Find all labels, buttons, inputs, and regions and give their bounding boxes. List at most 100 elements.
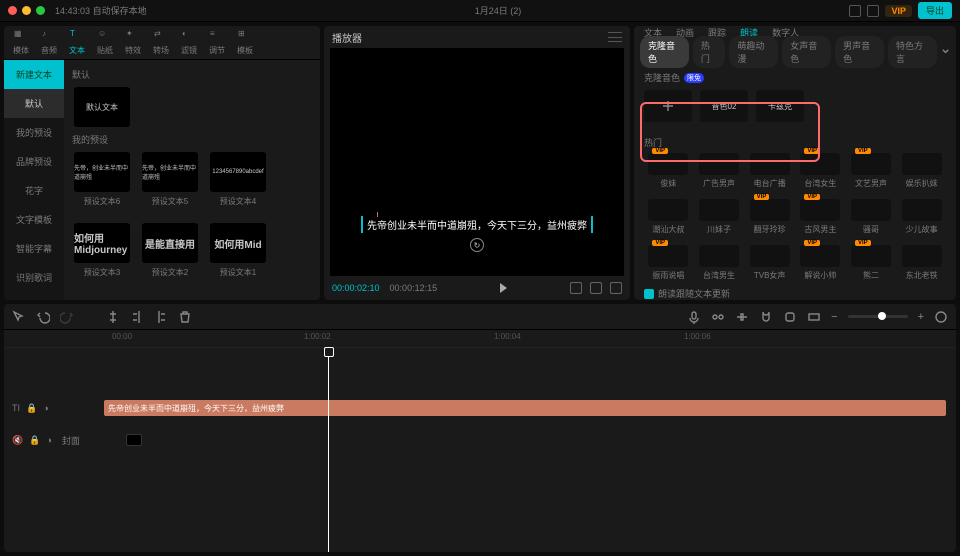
voice-card[interactable]: 俊妹 [644,153,693,189]
rotate-handle-icon[interactable]: ↻ [470,238,484,252]
side-item[interactable]: 新建文本 [4,60,64,89]
voice-card[interactable]: 少儿故事 [897,199,946,235]
asset-tab-转场[interactable]: ⇄转场 [148,27,174,58]
asset-tab-贴纸[interactable]: ☺贴纸 [92,27,118,58]
select-tool-icon[interactable] [12,310,26,324]
layout-b-icon[interactable] [867,5,879,17]
checkbox-icon[interactable] [644,289,654,299]
visibility-icon[interactable]: ◑ [43,403,48,413]
vip-badge[interactable]: VIP [885,5,912,17]
side-item[interactable]: 花字 [4,176,64,205]
voice-card[interactable]: 解说小帅 [796,245,845,281]
fullscreen-icon[interactable] [610,282,622,294]
tracks-area[interactable]: TI 🔒 ◑ 先帝创业未半而中道崩殂，今天下三分，益州疲弊 🔇 🔒 ◑ 封面 [4,348,956,552]
side-item[interactable]: 品牌预设 [4,147,64,176]
voice-card[interactable]: 潮汕大叔 [644,199,693,235]
auto-a-icon[interactable] [711,310,725,324]
voice-card[interactable]: 东北老铁 [897,245,946,281]
asset-tab-调节[interactable]: ≡调节 [204,27,230,58]
split-left-icon[interactable] [130,310,144,324]
voice-pill[interactable]: 热门 [693,36,725,68]
asset-tab-文本[interactable]: T文本 [64,27,90,58]
magnet-icon[interactable] [759,310,773,324]
voice-card[interactable]: 振雨说唱 [644,245,693,281]
voice-pill[interactable]: 女声音色 [782,36,831,68]
preview-text-clip[interactable]: 先帝创业未半而中道崩殂，今天下三分，益州疲弊 [361,216,593,233]
voice-card[interactable]: 川妹子 [695,199,744,235]
lock-icon[interactable]: 🔒 [29,435,40,446]
chevron-down-icon[interactable] [941,47,950,57]
undo-icon[interactable] [36,310,50,324]
export-button[interactable]: 导出 [918,2,952,19]
titlebar: 14:43:03 自动保存本地 1月24日 (2) VIP 导出 [0,0,960,22]
voice-pill[interactable]: 克隆音色 [640,36,689,68]
preset-card[interactable]: 先帝，创业未半而中道崩殂预设文本6 [72,152,132,207]
preview-stage[interactable]: 先帝创业未半而中道崩殂，今天下三分，益州疲弊 ↻ [330,48,624,276]
asset-tab-特效[interactable]: ✦特效 [120,27,146,58]
split-icon[interactable] [106,310,120,324]
clone-voice-card[interactable]: 音色02 [700,90,748,122]
asset-tab-音频[interactable]: ♪音频 [36,27,62,58]
preset-card[interactable]: 如何用Mid预设文本1 [208,223,268,278]
voice-card[interactable]: 电台广播 [745,153,794,189]
voice-chip [750,245,790,267]
mic-icon[interactable] [687,310,701,324]
preview-cut-icon[interactable] [807,310,821,324]
preset-default-text[interactable]: 默认文本 [72,87,132,127]
side-item[interactable]: 智能字幕 [4,234,64,263]
asset-tab-模板[interactable]: ⊞模板 [232,27,258,58]
voice-pill[interactable]: 萌趣动漫 [729,36,778,68]
preset-card[interactable]: 1234567890abcdef预设文本4 [208,152,268,207]
voice-card[interactable]: TVB女声 [745,245,794,281]
text-clip[interactable]: 先帝创业未半而中道崩殂，今天下三分，益州疲弊 [104,400,946,416]
preset-card[interactable]: 如何用Midjourney预设文本3 [72,223,132,278]
fit-icon[interactable] [934,310,948,324]
preset-thumb: 先帝，创业未半而中道崩殂 [74,152,130,192]
voice-card[interactable]: 台湾男生 [695,245,744,281]
split-right-icon[interactable] [154,310,168,324]
text-track[interactable]: TI 🔒 ◑ 先帝创业未半而中道崩殂，今天下三分，益州疲弊 [4,398,956,418]
voice-pill[interactable]: 特色方言 [888,36,937,68]
compare-icon[interactable] [590,282,602,294]
side-item[interactable]: 本地字幕 [4,292,64,300]
play-button[interactable] [500,283,507,293]
auto-b-icon[interactable] [735,310,749,324]
voice-pill[interactable]: 男声音色 [835,36,884,68]
playhead[interactable] [328,348,329,552]
preset-card[interactable]: 是能直接用预设文本2 [140,223,200,278]
zoom-slider[interactable] [848,315,908,318]
asset-tab-滤镜[interactable]: ◐滤镜 [176,27,202,58]
layout-a-icon[interactable] [849,5,861,17]
preset-card[interactable]: 先帝，创业未半而中道崩殂预设文本5 [140,152,200,207]
voice-card[interactable]: 娱乐扒妹 [897,153,946,189]
voice-card[interactable]: 古风男主 [796,199,845,235]
link-icon[interactable] [783,310,797,324]
time-ruler[interactable]: 00:00 1:00:02 1:00:04 1:00:06 [4,330,956,348]
mute-icon[interactable]: 🔇 [12,435,23,446]
side-item[interactable]: 文字模板 [4,205,64,234]
voice-card[interactable]: 骚哥 [847,199,896,235]
visibility-icon[interactable]: ◑ [46,435,51,445]
voice-card[interactable]: 熊二 [847,245,896,281]
side-item[interactable]: 默认 [4,89,64,118]
follow-text-label: 朗读跟随文本更新 [658,287,730,300]
asset-tab-模体[interactable]: ▦模体 [8,27,34,58]
preview-menu-icon[interactable] [608,32,622,42]
lock-icon[interactable]: 🔒 [26,403,37,414]
voice-card[interactable]: 文艺男声 [847,153,896,189]
voice-card[interactable]: 广告男声 [695,153,744,189]
ratio-icon[interactable] [570,282,582,294]
voice-card[interactable]: 翻牙玲珍 [745,199,794,235]
side-item[interactable]: 我的预设 [4,118,64,147]
voice-card[interactable]: 台湾女生 [796,153,845,189]
add-clone-voice-button[interactable] [644,90,692,122]
clone-voice-card[interactable]: 卡兹克 [756,90,804,122]
video-track[interactable]: 🔇 🔒 ◑ 封面 [4,430,956,450]
window-controls[interactable] [8,6,45,15]
follow-text-toggle[interactable]: 朗读跟随文本更新 [634,283,956,300]
side-item[interactable]: 识别歌词 [4,263,64,292]
voice-label: 川妹子 [707,224,731,235]
delete-icon[interactable] [178,310,192,324]
cover-thumb[interactable] [126,434,142,446]
voice-chip [902,153,942,175]
